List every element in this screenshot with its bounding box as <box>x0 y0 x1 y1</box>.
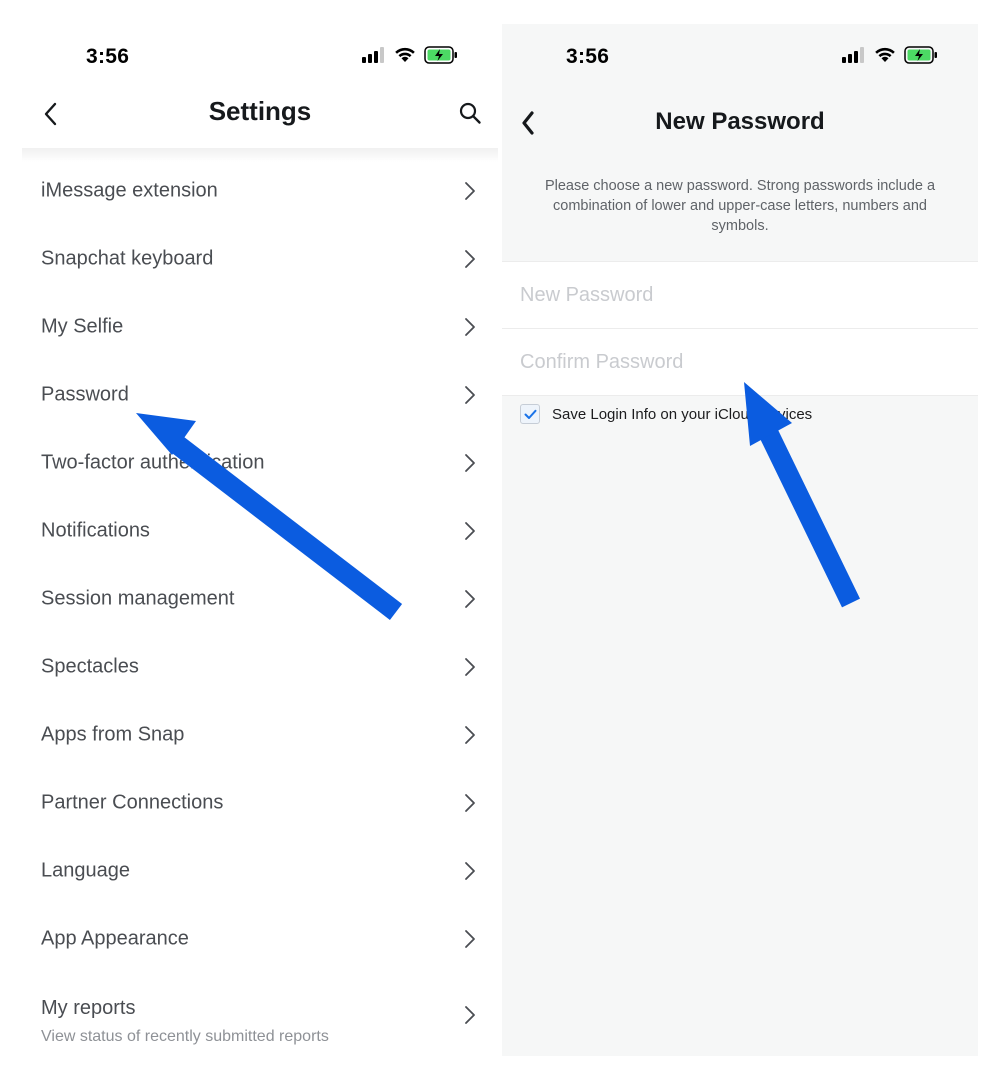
menu-item-partner-connections[interactable]: Partner Connections <box>22 769 498 837</box>
chevron-right-icon <box>465 454 475 472</box>
menu-item-sublabel: View status of recently submitted report… <box>41 1028 329 1045</box>
menu-item-label: My Selfie <box>41 315 124 338</box>
chevron-right-icon <box>465 590 475 608</box>
menu-item-label: Apps from Snap <box>41 723 185 746</box>
chevron-right-icon <box>465 318 475 336</box>
menu-item-label: Spectacles <box>41 655 139 678</box>
save-login-label: Save Login Info on your iCloud devices <box>552 405 813 423</box>
chevron-right-icon <box>465 726 475 744</box>
new-password-input[interactable] <box>520 262 960 328</box>
wifi-icon <box>395 47 415 62</box>
menu-item-session-management[interactable]: Session management <box>22 565 498 633</box>
menu-item-label: Password <box>41 383 129 406</box>
chevron-right-icon <box>465 522 475 540</box>
status-icons <box>362 46 458 64</box>
menu-item-label: iMessage extension <box>41 179 218 202</box>
menu-item-label: Two-factor authentication <box>41 451 265 474</box>
new-password-screen: 3:56 New Password Please choose a new pa… <box>502 24 978 1056</box>
chevron-right-icon <box>465 182 475 200</box>
menu-item-label: My reports <box>41 997 136 1019</box>
menu-item-snapchat-keyboard[interactable]: Snapchat keyboard <box>22 225 498 293</box>
search-icon[interactable] <box>458 101 482 125</box>
signal-icon <box>842 47 864 63</box>
menu-item-label: App Appearance <box>41 927 189 950</box>
chevron-right-icon <box>465 658 475 676</box>
menu-item-my-selfie[interactable]: My Selfie <box>22 293 498 361</box>
wifi-icon <box>875 47 895 62</box>
settings-menu: iMessage extension Snapchat keyboard My … <box>22 157 498 1045</box>
save-login-row[interactable]: Save Login Info on your iCloud devices <box>520 404 812 424</box>
menu-item-label: Language <box>41 859 130 882</box>
menu-item-language[interactable]: Language <box>22 837 498 905</box>
battery-charging-icon <box>424 46 457 64</box>
menu-item-label: Notifications <box>41 519 150 542</box>
menu-item-app-appearance[interactable]: App Appearance <box>22 905 498 973</box>
chevron-right-icon <box>465 1006 475 1024</box>
settings-screen: 3:56 Settings iMessage extension Snapcha… <box>22 0 498 1079</box>
page-title: Settings <box>208 96 312 126</box>
menu-item-notifications[interactable]: Notifications <box>22 497 498 565</box>
menu-item-spectacles[interactable]: Spectacles <box>22 633 498 701</box>
menu-item-password[interactable]: Password <box>22 361 498 429</box>
menu-item-two-factor-authentication[interactable]: Two-factor authentication <box>22 429 498 497</box>
chevron-right-icon <box>465 794 475 812</box>
menu-item-imessage-extension[interactable]: iMessage extension <box>22 157 498 225</box>
menu-item-my-reports[interactable]: My reports View status of recently submi… <box>22 973 498 1045</box>
chevron-right-icon <box>465 250 475 268</box>
battery-charging-icon <box>904 46 937 64</box>
status-icons <box>842 46 938 64</box>
status-time: 3:56 <box>86 45 130 68</box>
save-login-checkbox[interactable] <box>520 404 540 424</box>
menu-item-label: Partner Connections <box>41 791 224 814</box>
confirm-password-row <box>502 328 978 396</box>
menu-item-label: Snapchat keyboard <box>41 247 214 270</box>
menu-item-apps-from-snap[interactable]: Apps from Snap <box>22 701 498 769</box>
chevron-right-icon <box>465 386 475 404</box>
status-time: 3:56 <box>566 45 610 68</box>
chevron-right-icon <box>465 930 475 948</box>
signal-icon <box>362 47 384 63</box>
menu-item-label: Session management <box>41 587 235 610</box>
new-password-row <box>502 261 978 328</box>
page-title: New Password <box>655 108 825 135</box>
checkbox-check-icon <box>524 409 536 419</box>
password-instructions: Please choose a new password. Strong pas… <box>544 178 936 234</box>
confirm-password-input[interactable] <box>520 329 960 395</box>
chevron-right-icon <box>465 862 475 880</box>
